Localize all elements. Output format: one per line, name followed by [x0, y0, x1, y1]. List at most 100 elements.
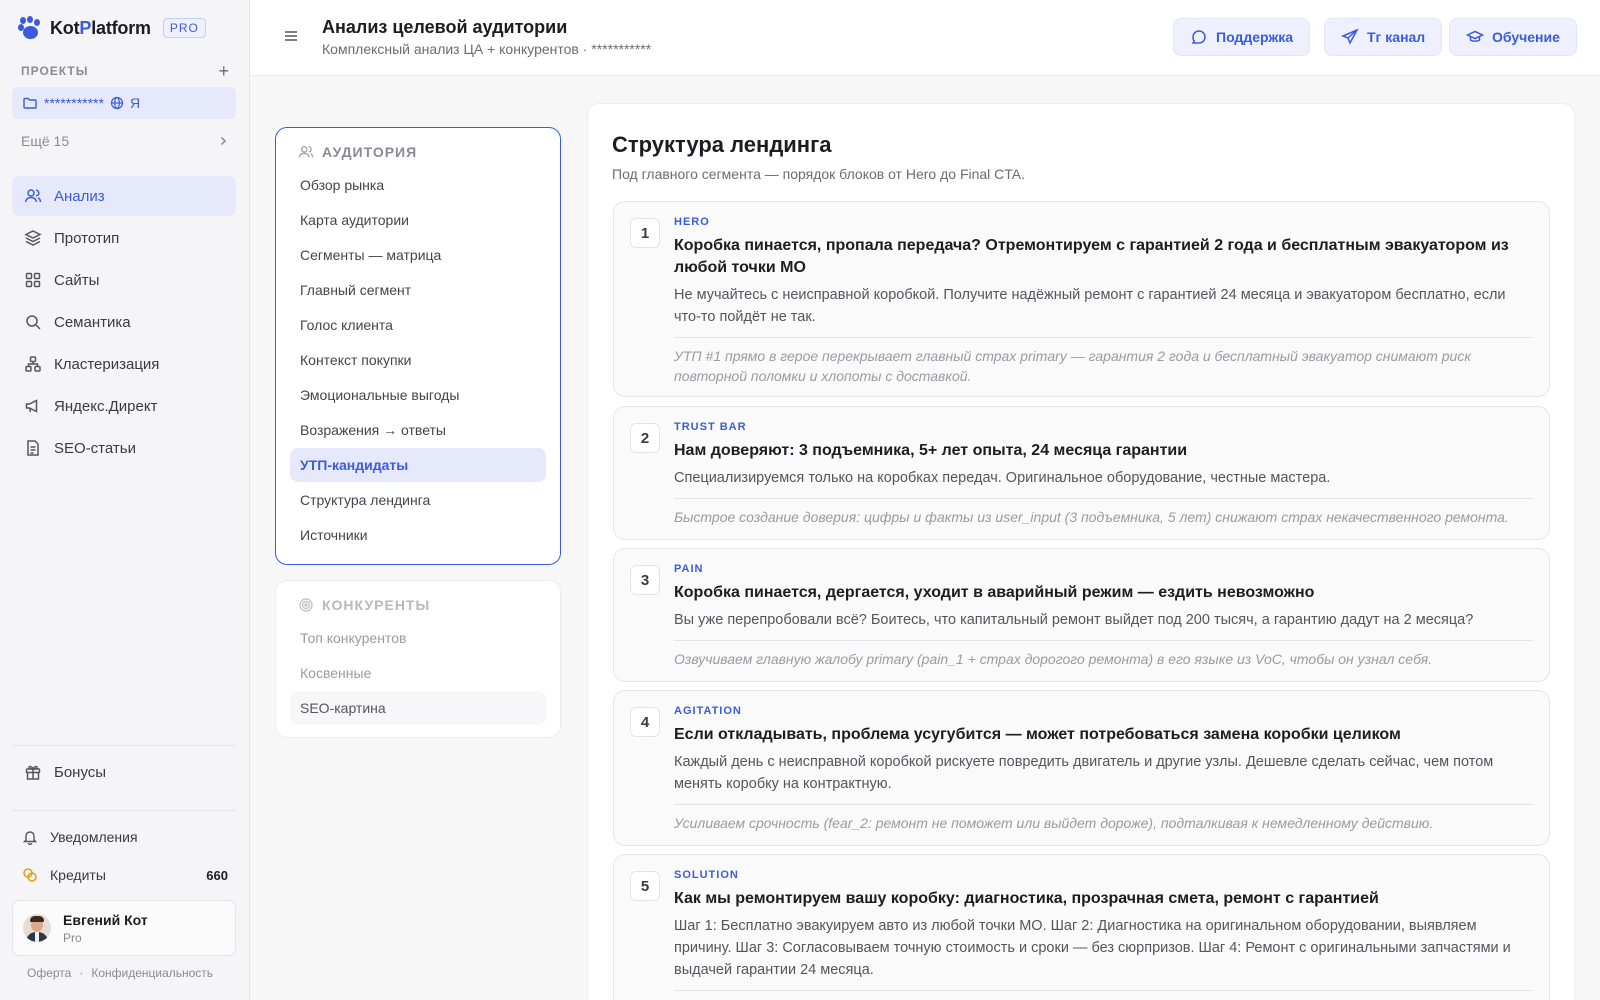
tg-channel-button[interactable]: Тг канал: [1324, 18, 1443, 56]
block-tag: PAIN: [674, 563, 704, 575]
bonus-link[interactable]: Бонусы: [12, 753, 236, 791]
menu-icon[interactable]: [284, 30, 298, 42]
nav-item-prototype[interactable]: Прототип: [12, 218, 236, 258]
landing-block: 2 TRUST BAR Нам доверяют: 3 подъемника, …: [613, 406, 1550, 540]
more-projects-label: Ещё 15: [21, 133, 70, 149]
block-tag: SOLUTION: [674, 869, 739, 881]
menu-item-seo-picture[interactable]: SEO-картина: [290, 691, 546, 725]
nav-item-label: Семантика: [54, 313, 131, 331]
chat-icon: [1191, 30, 1206, 44]
block-tag: HERO: [674, 216, 710, 228]
landing-block: 4 AGITATION Если откладывать, проблема у…: [613, 690, 1550, 846]
add-project-icon[interactable]: +: [218, 62, 229, 80]
nav-item-yandex-direct[interactable]: Яндекс.Директ: [12, 386, 236, 426]
more-projects[interactable]: Ещё 15: [21, 133, 229, 149]
block-text: Специализируемся только на коробках пере…: [674, 470, 1331, 486]
block-heading: Коробка пинается, пропала передача? Отре…: [674, 237, 1509, 276]
cluster-icon: [25, 356, 41, 372]
notifications-link[interactable]: Уведомления: [12, 820, 236, 854]
brand-name: KotPlatform: [50, 17, 151, 38]
landing-block: 3 PAIN Коробка пинается, дергается, уход…: [613, 548, 1550, 682]
block-text: Вы уже перепробовали всё? Боитесь, что к…: [674, 612, 1474, 628]
layers-icon: [24, 230, 42, 246]
menu-item-segments-matrix[interactable]: Сегменты — матрица: [290, 238, 546, 272]
learning-button[interactable]: Обучение: [1449, 18, 1577, 56]
landing-block: 1 HERO Коробка пинается, пропала передач…: [613, 201, 1550, 397]
section-title: Структура лендинга: [612, 132, 832, 157]
paw-logo-icon: [18, 16, 42, 40]
menu-item-main-segment[interactable]: Главный сегмент: [290, 273, 546, 307]
brand[interactable]: KotPlatform PRO: [18, 16, 206, 40]
divider: [12, 810, 236, 811]
competitors-heading: КОНКУРЕНТЫ: [298, 597, 430, 613]
landing-block: 5 SOLUTION Как мы ремонтируем вашу короб…: [613, 854, 1550, 1000]
nav-item-clustering[interactable]: Кластеризация: [12, 344, 236, 384]
globe-icon: [110, 96, 124, 110]
project-item[interactable]: *********** Я: [12, 87, 236, 119]
nav-item-label: Кластеризация: [54, 355, 160, 373]
user-card[interactable]: Евгений Кот Pro: [12, 900, 236, 956]
main-nav: Анализ Прототип Сайты Семантика Кластери…: [12, 176, 236, 470]
block-heading: Как мы ремонтируем вашу коробку: диагнос…: [674, 890, 1379, 907]
legal-links: Оферта · Конфиденциальность: [27, 966, 213, 980]
menu-item-usp-candidates[interactable]: УТП-кандидаты: [290, 448, 546, 482]
block-heading: Если откладывать, проблема усугубится — …: [674, 726, 1401, 743]
bell-icon: [22, 831, 38, 845]
top-header: Анализ целевой аудитории Комплексный ана…: [250, 0, 1600, 76]
nav-item-semantics[interactable]: Семантика: [12, 302, 236, 342]
bonus-label: Бонусы: [54, 763, 107, 781]
support-button[interactable]: Поддержка: [1173, 18, 1311, 56]
menu-item-purchase-context[interactable]: Контекст покупки: [290, 343, 546, 377]
block-heading: Нам доверяют: 3 подъемника, 5+ лет опыта…: [674, 442, 1188, 459]
menu-item-audience-map[interactable]: Карта аудитории: [290, 203, 546, 237]
notifications-label: Уведомления: [50, 829, 138, 845]
nav-item-analysis[interactable]: Анализ: [12, 176, 236, 216]
block-number: 1: [630, 218, 660, 248]
page-subtitle: Комплексный анализ ЦА + конкурентов · **…: [322, 41, 652, 57]
search-icon: [26, 315, 41, 330]
menu-item-sources[interactable]: Источники: [290, 518, 546, 552]
block-text: Не мучайтесь с неисправной коробкой. Пол…: [674, 287, 1506, 325]
menu-item-indirect[interactable]: Косвенные: [290, 656, 546, 690]
menu-item-objections[interactable]: Возражения → ответы: [290, 413, 546, 447]
coins-icon: [23, 868, 37, 882]
chevron-right-icon: [220, 136, 227, 146]
gift-icon: [25, 765, 41, 780]
projects-header: ПРОЕКТЫ +: [21, 62, 229, 80]
menu-item-emotional-benefits[interactable]: Эмоциональные выгоды: [290, 378, 546, 412]
nav-item-seo-articles[interactable]: SEO-статьи: [12, 428, 236, 468]
document-icon: [27, 440, 39, 456]
block-note: Озвучиваем главную жалобу primary (pain_…: [674, 651, 1433, 667]
sidebar: KotPlatform PRO ПРОЕКТЫ + *********** Я …: [0, 0, 250, 1000]
nav-item-sites[interactable]: Сайты: [12, 260, 236, 300]
block-note: Быстрое создание доверия: цифры и факты …: [674, 509, 1509, 525]
block-number: 4: [630, 707, 660, 737]
menu-item-landing-structure[interactable]: Структура лендинга: [290, 483, 546, 517]
competitors-menu: Топ конкурентов Косвенные SEO-картина: [290, 621, 546, 726]
block-tag: AGITATION: [674, 705, 742, 717]
block-number: 5: [630, 871, 660, 901]
privacy-link[interactable]: Конфиденциальность: [91, 966, 213, 980]
block-number: 2: [630, 423, 660, 453]
credits-count: 660: [206, 867, 228, 883]
project-suffix: Я: [129, 95, 141, 111]
grid-icon: [25, 272, 41, 288]
block-divider: [674, 498, 1533, 499]
credits-link[interactable]: Кредиты 660: [12, 858, 236, 892]
menu-item-voice-of-customer[interactable]: Голос клиента: [290, 308, 546, 342]
users-icon: [298, 146, 314, 158]
menu-item-top-competitors[interactable]: Топ конкурентов: [290, 621, 546, 655]
block-heading: Коробка пинается, дергается, уходит в ав…: [674, 584, 1315, 601]
menu-item-market-overview[interactable]: Обзор рынка: [290, 168, 546, 202]
block-note: Усиливаем срочность (fear_2: ремонт не п…: [674, 815, 1434, 831]
nav-item-label: Сайты: [54, 271, 100, 289]
avatar: [23, 914, 51, 942]
pro-badge: PRO: [162, 18, 206, 38]
competitors-panel: КОНКУРЕНТЫ Топ конкурентов Косвенные SEO…: [275, 580, 561, 738]
divider: [12, 745, 236, 746]
graduation-cap-icon: [1466, 30, 1484, 42]
nav-item-label: Прототип: [54, 229, 120, 247]
block-number: 3: [630, 565, 660, 595]
offer-link[interactable]: Оферта: [27, 966, 71, 980]
users-icon: [24, 189, 42, 203]
